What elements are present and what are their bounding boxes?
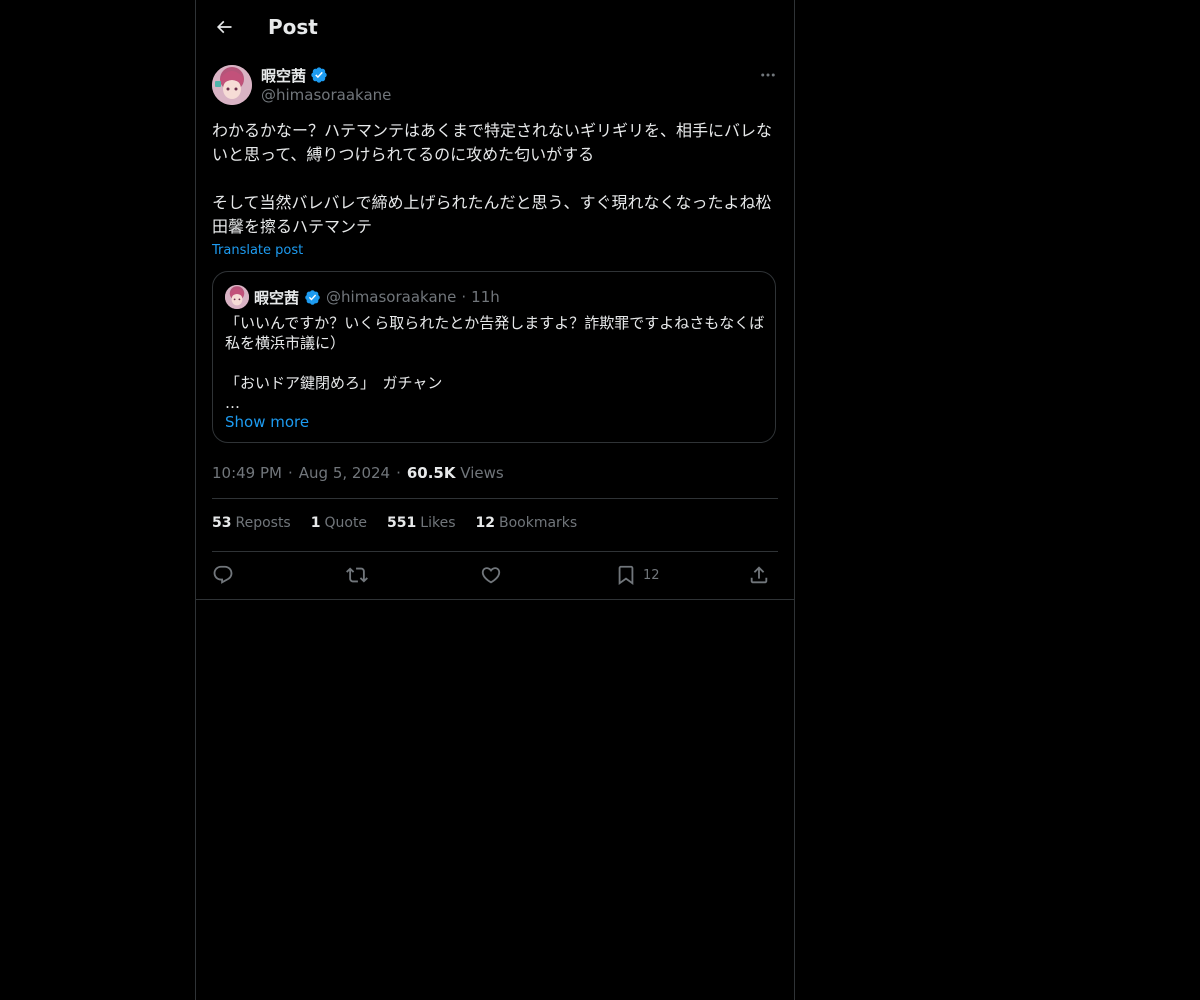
reply-button[interactable] xyxy=(212,562,234,588)
quoted-post[interactable]: 暇空茜 @himasoraakane · 11h 「いいんですか？いくら取られた… xyxy=(212,271,776,443)
author-name-line: 暇空茜 xyxy=(261,65,328,85)
quote-timestamp: 11h xyxy=(471,288,500,306)
page-title: Post xyxy=(268,15,318,39)
verified-badge-icon xyxy=(311,67,327,83)
quote-text: 「いいんですか？いくら取られたとか告発しますよ？詐欺罪ですよねさもなくば私を横浜… xyxy=(225,314,765,412)
arrow-left-icon xyxy=(216,20,232,34)
page-header: Post xyxy=(196,0,794,54)
post-author: 暇空茜 @himasoraakane xyxy=(212,65,778,107)
divider xyxy=(212,551,778,552)
quote-header: 暇空茜 @himasoraakane · 11h xyxy=(225,285,500,309)
verified-badge-icon xyxy=(305,289,320,305)
quote-author-name: 暇空茜 xyxy=(254,288,300,307)
divider xyxy=(196,599,794,600)
translate-post-link[interactable]: Translate post xyxy=(212,243,303,258)
repost-icon xyxy=(346,567,368,583)
bookmark-count: 12 xyxy=(643,567,660,583)
bookmark-icon xyxy=(618,565,634,586)
views-count: 60.5K xyxy=(406,464,456,482)
stat-likes[interactable]: 551 Likes xyxy=(387,515,455,535)
share-button[interactable] xyxy=(748,562,770,588)
heart-icon xyxy=(481,567,501,584)
stat-quotes[interactable]: 1 Quote xyxy=(311,515,367,535)
views-label: Views xyxy=(460,464,504,482)
post-text: わかるかなー？ハテマンテはあくまで特定されないギリギリを、相手にバレないと思って… xyxy=(212,121,773,236)
post-stats: 53 Reposts 1 Quote 551 Likes 12 Bookmarks xyxy=(212,515,577,535)
quote-avatar xyxy=(225,285,249,309)
share-icon xyxy=(750,566,768,584)
post-column: Post 暇空茜 @himasoraakane わかるかなー？ハテマンテはあくま… xyxy=(195,0,795,1000)
more-dots-icon xyxy=(761,73,775,77)
author-handle[interactable]: @himasoraakane xyxy=(261,86,391,104)
action-bar: 12 xyxy=(212,562,778,588)
show-more-link[interactable]: Show more xyxy=(225,413,309,431)
repost-button[interactable] xyxy=(346,562,368,588)
post-meta: 10:49 PM · Aug 5, 2024 · 60.5K Views xyxy=(212,463,504,483)
bookmark-button[interactable]: 12 xyxy=(615,562,660,588)
reply-icon xyxy=(213,565,233,584)
stat-reposts[interactable]: 53 Reposts xyxy=(212,515,291,535)
divider xyxy=(212,498,778,499)
stat-bookmarks[interactable]: 12 Bookmarks xyxy=(476,515,578,535)
like-button[interactable] xyxy=(480,562,502,588)
post-time[interactable]: 10:49 PM xyxy=(212,464,282,482)
avatar[interactable] xyxy=(212,65,252,105)
back-button[interactable] xyxy=(210,13,238,41)
meta-separator: · xyxy=(396,464,401,482)
more-options-button[interactable] xyxy=(758,65,778,85)
author-name[interactable]: 暇空茜 xyxy=(261,65,306,86)
meta-separator: · xyxy=(287,464,293,482)
post-date[interactable]: Aug 5, 2024 xyxy=(299,464,390,482)
quote-separator: · xyxy=(461,288,467,306)
quote-author-handle: @himasoraakane xyxy=(326,288,457,306)
